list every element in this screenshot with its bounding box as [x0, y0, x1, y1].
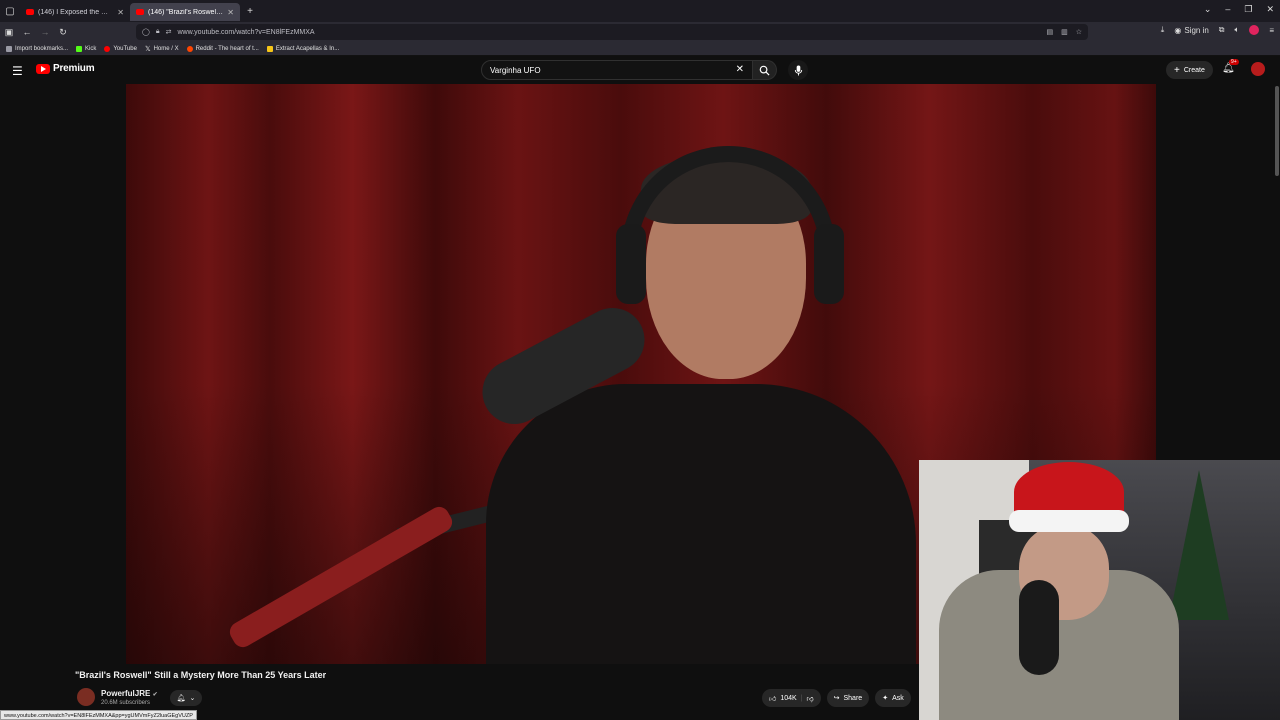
bookmarks-bar: Import bookmarks... Kick YouTube 𝕏 Home /…	[0, 42, 1280, 56]
sign-in-label: Sign in	[1184, 25, 1209, 35]
video-actions: 👍︎ 104K | 👎︎ ↪ Share ✦ Ask	[762, 689, 911, 707]
new-tab-button[interactable]: +	[240, 6, 260, 17]
back-icon[interactable]: ←	[18, 27, 36, 37]
tab-title: (146) "Brazil's Roswell" Still	[148, 8, 223, 16]
sign-in-button[interactable]: ◉ Sign in	[1174, 26, 1208, 35]
youtube-premium-logo[interactable]: Premium	[36, 63, 95, 74]
restore-icon[interactable]: ❐	[1244, 4, 1252, 15]
youtube-play-icon	[36, 63, 50, 74]
host-body	[486, 384, 916, 664]
logo-text: Premium	[53, 63, 95, 74]
video-title: "Brazil's Roswell" Still a Mystery More …	[75, 670, 327, 680]
create-button[interactable]: + Create	[1166, 61, 1213, 79]
toolbar-right: ⤓ ◉ Sign in ⧉ 🔈︎ ≡	[1161, 25, 1274, 35]
headphones	[621, 146, 836, 266]
ask-button[interactable]: ✦ Ask	[875, 689, 911, 707]
subscriber-count: 20.6M subscribers	[101, 700, 151, 706]
lock-icon[interactable]: 🔒︎	[156, 28, 160, 36]
headphone-cup-left	[616, 224, 646, 304]
bookmark-kick[interactable]: Kick	[76, 45, 96, 52]
close-window-icon[interactable]: ✕	[1266, 4, 1274, 15]
hamburger-menu-icon[interactable]: ☰	[12, 64, 23, 78]
tab-list-icon[interactable]: ▢	[0, 6, 20, 17]
browser-nav-bar: ▣ ← → ↻ ◯ 🔒︎ ⇄ www.youtube.com/watch?v=E…	[0, 22, 1280, 42]
import-icon	[6, 45, 12, 52]
thumbs-up-icon[interactable]: 👍︎	[769, 694, 776, 703]
create-label: Create	[1183, 66, 1205, 74]
account-avatar[interactable]	[1251, 62, 1265, 76]
sparkle-icon: ✦	[882, 695, 889, 702]
like-dislike-button[interactable]: 👍︎ 104K | 👎︎	[762, 689, 821, 707]
bell-icon: 🔔︎	[176, 695, 186, 702]
youtube-favicon-icon	[26, 9, 34, 15]
streamer-microphone	[1019, 580, 1059, 675]
extensions-icon[interactable]: ⧉	[1219, 25, 1225, 35]
picture-in-picture-icon[interactable]: ▥	[1061, 28, 1068, 36]
bookmark-star-icon[interactable]: ☆	[1076, 28, 1082, 36]
search-icon	[759, 65, 770, 76]
bookmark-reddit[interactable]: Reddit - The heart of t...	[186, 45, 259, 52]
notification-count-badge: 9+	[1229, 59, 1239, 65]
like-count: 104K	[780, 694, 797, 702]
plus-icon: +	[1174, 64, 1180, 76]
extension-avatar-icon[interactable]	[1249, 25, 1260, 35]
search-value: Varginha UFO	[490, 65, 541, 75]
bookmark-acapellas[interactable]: Extract Acapellas & In...	[266, 45, 339, 52]
browser-tab-bar: ▢ (146) I Exposed the Most Evil C ✕ (146…	[0, 0, 1280, 22]
reader-view-icon[interactable]: ▤	[1046, 28, 1053, 36]
youtube-icon	[104, 45, 111, 52]
account-icon: ◉	[1174, 25, 1182, 35]
browser-tab-2[interactable]: (146) "Brazil's Roswell" Still ✕	[130, 3, 240, 21]
downloads-icon[interactable]: ⤓	[1161, 25, 1165, 35]
share-label: Share	[843, 694, 863, 702]
bookmark-import[interactable]: Import bookmarks...	[6, 45, 68, 52]
microphone-icon	[794, 64, 802, 76]
channel-avatar[interactable]	[77, 688, 95, 706]
clear-search-icon[interactable]: ✕	[736, 64, 744, 75]
streamer-webcam-overlay	[919, 460, 1280, 720]
thumbs-down-icon[interactable]: 👎︎	[807, 694, 814, 703]
url-bar[interactable]: ◯ 🔒︎ ⇄ www.youtube.com/watch?v=EN8lFEzMM…	[136, 24, 1088, 40]
channel-name[interactable]: PowerfulJRE ✔	[101, 689, 158, 698]
browser-tab-1[interactable]: (146) I Exposed the Most Evil C ✕	[20, 3, 130, 21]
ask-label: Ask	[892, 694, 904, 702]
kick-icon	[76, 45, 83, 52]
app-menu-icon[interactable]: ≡	[1269, 26, 1274, 35]
shield-icon[interactable]: ◯	[142, 28, 150, 36]
search-input[interactable]: Varginha UFO ✕	[481, 60, 753, 80]
page-scrollbar[interactable]	[1275, 86, 1279, 176]
share-button[interactable]: ↪ Share	[826, 689, 870, 707]
reload-icon[interactable]: ↻	[54, 27, 72, 38]
verified-badge-icon: ✔	[152, 692, 158, 698]
minimize-icon[interactable]: –	[1225, 4, 1230, 15]
permissions-icon[interactable]: ⇄	[166, 28, 172, 36]
christmas-tree	[1169, 470, 1229, 620]
voice-search-button[interactable]	[788, 60, 808, 80]
window-controls: ⌄ – ❐ ✕	[1204, 4, 1274, 15]
share-arrow-icon: ↪	[833, 695, 840, 702]
subscription-notifications-button[interactable]: 🔔︎ ⌄	[170, 690, 202, 706]
youtube-header: ☰ Premium Varginha UFO ✕ + Create 🔔︎ 9+	[0, 56, 1280, 84]
folder-icon	[266, 45, 273, 52]
x-logo-icon: 𝕏	[144, 45, 151, 53]
close-tab-icon[interactable]: ✕	[117, 8, 124, 17]
channel-name-text: PowerfulJRE	[101, 689, 151, 698]
headphone-cup-right	[814, 224, 844, 304]
forward-icon[interactable]: →	[36, 27, 54, 37]
bookmark-x[interactable]: 𝕏 Home / X	[145, 45, 179, 53]
santa-hat-brim	[1009, 510, 1129, 532]
reddit-icon	[186, 45, 193, 52]
mute-icon[interactable]: 🔈︎	[1235, 25, 1240, 35]
youtube-favicon-icon	[136, 9, 144, 15]
url-text: www.youtube.com/watch?v=EN8lFEzMMXA	[177, 28, 315, 36]
search-button[interactable]	[753, 60, 777, 80]
tab-overflow-icon[interactable]: ⌄	[1204, 4, 1212, 15]
tab-title: (146) I Exposed the Most Evil C	[38, 8, 113, 16]
link-hover-status: www.youtube.com/watch?v=EN8lFEzMMXA&pp=y…	[0, 710, 197, 720]
chevron-down-icon: ⌄	[189, 695, 196, 702]
close-tab-icon[interactable]: ✕	[227, 8, 234, 17]
bookmark-youtube[interactable]: YouTube	[104, 45, 137, 52]
sidebar-toggle-icon[interactable]: ▣	[0, 27, 18, 38]
